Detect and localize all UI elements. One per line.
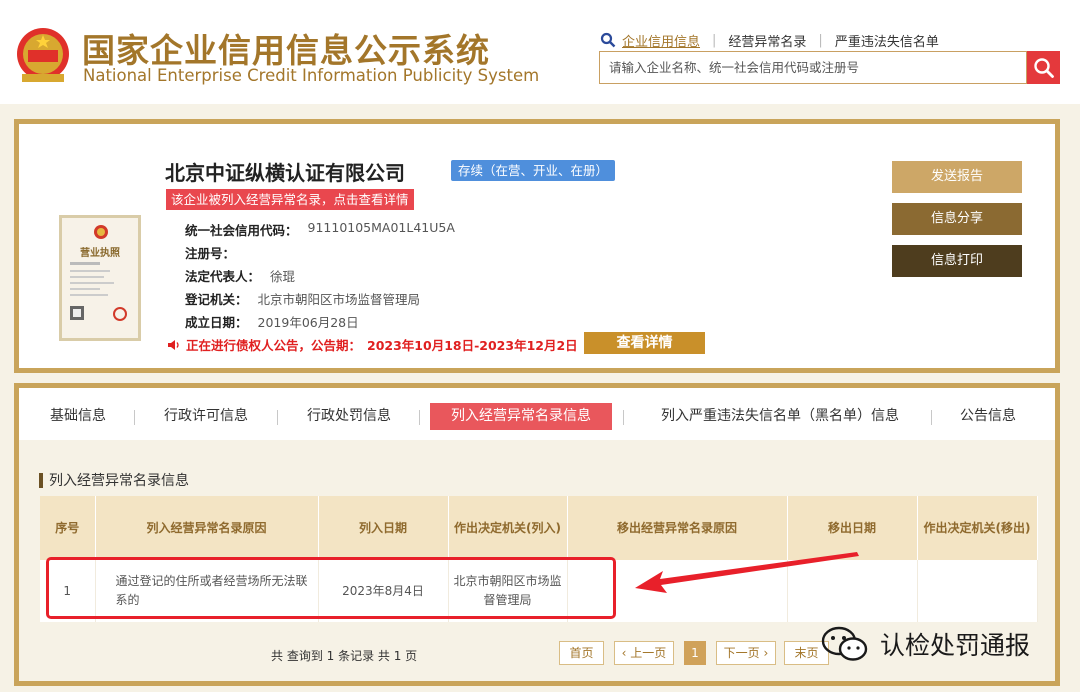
search-input[interactable]: [600, 52, 1026, 83]
current-page[interactable]: 1: [684, 641, 706, 665]
col-header-authority-in: 作出决定机关(列入): [448, 496, 568, 560]
view-details-button[interactable]: 查看详情: [584, 332, 705, 354]
watermark: 认检处罚通报: [820, 620, 1030, 668]
col-header-reason: 列入经营异常名录原因: [95, 496, 319, 560]
company-name: 北京中证纵横认证有限公司: [165, 161, 405, 185]
cell-authority-out: [917, 560, 1038, 622]
field-label: 注册号：: [185, 246, 236, 261]
establishment-date-row: 成立日期： 2019年06月28日: [185, 312, 359, 331]
status-badge: 存续（在营、开业、在册）: [451, 160, 616, 181]
registration-number-row: 注册号：: [185, 243, 245, 262]
tab-divider: [277, 410, 278, 425]
license-content-graphic: [70, 262, 127, 321]
record-summary: 共 查询到 1 条记录 共 1 页: [271, 649, 418, 663]
field-value: 北京市朝阳区市场监督管理局: [257, 292, 421, 307]
next-page-button[interactable]: 下一页 ›: [716, 641, 776, 665]
share-info-button[interactable]: 信息分享: [892, 203, 1022, 235]
nav-link-abnormal-list[interactable]: 经营异常名录: [728, 31, 806, 50]
next-page-label: 下一页: [723, 646, 760, 660]
prev-page-button[interactable]: ‹ 上一页: [614, 641, 674, 665]
field-label: 成立日期：: [185, 315, 248, 330]
tab-blacklist[interactable]: 列入严重违法失信名单（黑名单）信息: [644, 403, 916, 430]
tab-admin-license[interactable]: 行政许可信息: [156, 403, 256, 430]
creditor-notice-text: 正在进行债权人公告，公告期：: [186, 338, 362, 353]
first-page-button[interactable]: 首页: [559, 641, 604, 665]
nav-divider: |: [818, 32, 823, 48]
section-title-text: 列入经营异常名录信息: [49, 473, 189, 489]
red-arrow-annotation: [635, 552, 859, 593]
magnifier-icon: [1033, 57, 1054, 78]
nav-link-enterprise-credit[interactable]: 企业信用信息: [622, 31, 700, 50]
tab-divider: [931, 410, 932, 425]
search-field: [599, 51, 1027, 84]
field-value: 徐琨: [270, 269, 296, 284]
national-emblem-icon: [17, 28, 69, 82]
search-icon: [600, 32, 616, 48]
tab-divider: [623, 410, 624, 425]
nav-divider: |: [712, 32, 717, 48]
col-header-authority-out: 作出决定机关(移出): [917, 496, 1038, 560]
field-value: 91110105MA01L41U5A: [307, 220, 455, 235]
field-value: 2019年06月28日: [257, 315, 359, 330]
legal-representative-row: 法定代表人： 徐琨: [185, 266, 295, 285]
registration-authority-row: 登记机关： 北京市朝阳区市场监督管理局: [185, 289, 420, 308]
license-title: 营业执照: [80, 248, 120, 259]
tab-abnormal-list[interactable]: 列入经营异常名录信息: [430, 403, 612, 430]
col-header-date: 列入日期: [318, 496, 449, 560]
creditor-notice: 正在进行债权人公告，公告期： 2023年10月18日-2023年12月2日: [167, 335, 578, 354]
send-report-button[interactable]: 发送报告: [892, 161, 1022, 193]
section-marker: [39, 472, 43, 488]
tab-divider: [134, 410, 135, 425]
table-header-row: 序号 列入经营异常名录原因 列入日期 作出决定机关(列入) 移出经营异常名录原因…: [40, 496, 1038, 560]
field-label: 统一社会信用代码：: [185, 223, 298, 238]
search-button[interactable]: [1027, 51, 1060, 84]
abnormal-warning-link[interactable]: 该企业被列入经营异常名录，点击查看详情: [166, 189, 414, 210]
print-info-button[interactable]: 信息打印: [892, 245, 1022, 277]
site-header: 国家企业信用信息公示系统 National Enterprise Credit …: [0, 0, 1080, 104]
license-emblem-icon: [94, 225, 108, 239]
tab-admin-penalty[interactable]: 行政处罚信息: [299, 403, 399, 430]
tab-divider: [419, 410, 420, 425]
highlight-box: [46, 557, 616, 619]
speaker-icon: [168, 339, 179, 350]
section-title: 列入经营异常名录信息: [39, 470, 189, 490]
col-header-index: 序号: [40, 496, 96, 560]
wechat-icon: [821, 626, 868, 661]
prev-page-label: 上一页: [630, 646, 667, 660]
site-title: 国家企业信用信息公示系统: [82, 31, 490, 70]
tab-basic-info[interactable]: 基础信息: [42, 403, 114, 430]
business-license-image[interactable]: 营业执照: [59, 215, 141, 341]
tab-announcements[interactable]: 公告信息: [952, 403, 1024, 430]
field-label: 登记机关：: [185, 292, 248, 307]
field-label: 法定代表人：: [185, 269, 261, 284]
top-nav: 企业信用信息 | 经营异常名录 | 严重违法失信名单: [600, 30, 939, 50]
nav-link-blacklist[interactable]: 严重违法失信名单: [835, 31, 939, 50]
watermark-text: 认检处罚通报: [880, 631, 1031, 660]
company-summary-card: 营业执照 北京中证纵横认证有限公司 存续（在营、开业、在册） 该企业被列入经营异…: [14, 119, 1060, 373]
credit-code-row: 统一社会信用代码： 91110105MA01L41U5A: [185, 220, 455, 239]
creditor-period: 2023年10月18日-2023年12月2日: [367, 338, 578, 353]
site-subtitle: National Enterprise Credit Information P…: [83, 66, 540, 85]
